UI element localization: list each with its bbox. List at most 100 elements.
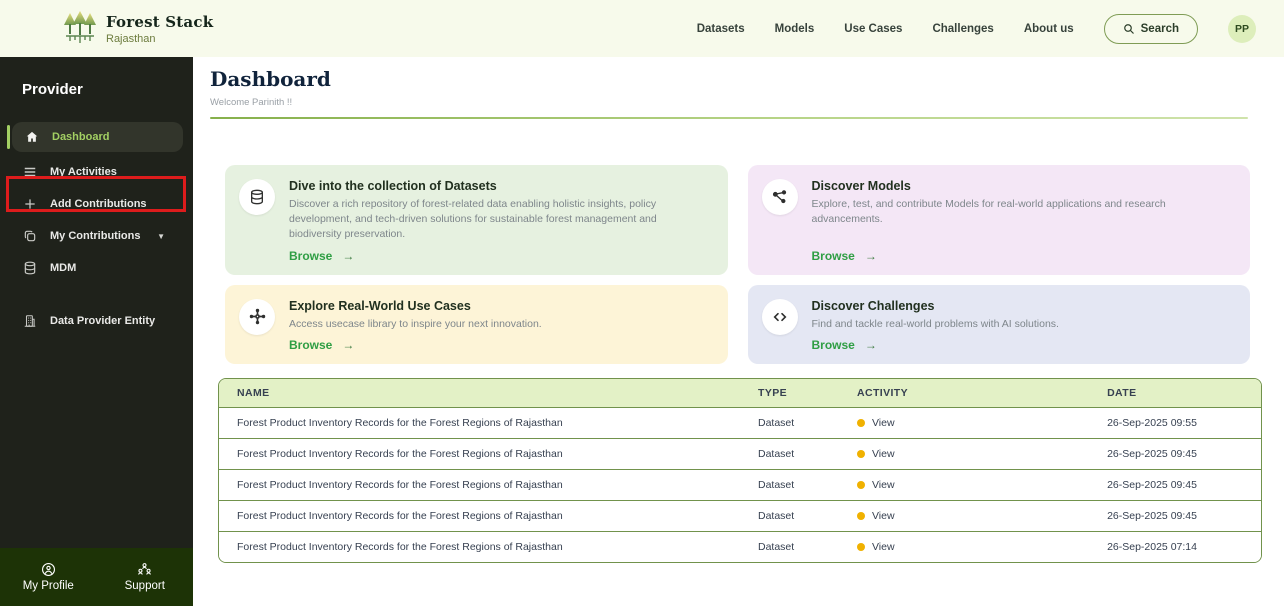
activity-table: NAME TYPE ACTIVITY DATE Forest Product I… bbox=[218, 378, 1262, 563]
activity-label: View bbox=[872, 479, 895, 491]
cell-type: Dataset bbox=[740, 438, 839, 469]
nav-datasets[interactable]: Datasets bbox=[697, 23, 745, 35]
cell-date: 26-Sep-2025 09:45 bbox=[1089, 469, 1261, 500]
divider bbox=[210, 117, 1248, 119]
sidebar-item-my-activities[interactable]: My Activities bbox=[0, 156, 193, 188]
database-icon bbox=[22, 261, 37, 276]
cell-type: Dataset bbox=[740, 500, 839, 531]
nav-models[interactable]: Models bbox=[775, 23, 815, 35]
activity-status: View bbox=[857, 448, 1071, 460]
browse-datasets-link[interactable]: Browse → bbox=[289, 249, 710, 263]
card-models: Discover Models Explore, test, and contr… bbox=[748, 165, 1251, 275]
building-icon bbox=[22, 314, 37, 329]
card-use-cases: Explore Real-World Use Cases Access usec… bbox=[225, 285, 728, 364]
sidebar-item-dashboard[interactable]: Dashboard bbox=[12, 122, 183, 152]
cell-type: Dataset bbox=[740, 407, 839, 438]
arrow-right-icon: → bbox=[865, 249, 877, 263]
cell-name: Forest Product Inventory Records for the… bbox=[219, 407, 740, 438]
search-icon bbox=[1123, 23, 1135, 35]
card-description: Discover a rich repository of forest-rel… bbox=[289, 197, 710, 243]
profile-icon bbox=[41, 562, 56, 577]
status-dot-icon bbox=[857, 419, 865, 427]
activity-status: View bbox=[857, 510, 1071, 522]
activity-status: View bbox=[857, 479, 1071, 491]
sidebar-item-label: Data Provider Entity bbox=[50, 315, 155, 327]
brand-logo[interactable]: Forest Stack Rajasthan bbox=[62, 9, 213, 49]
page: Forest Stack Rajasthan Datasets Models U… bbox=[0, 0, 1284, 606]
card-title: Discover Models bbox=[812, 179, 1233, 193]
nav-challenges[interactable]: Challenges bbox=[932, 23, 993, 35]
cell-name: Forest Product Inventory Records for the… bbox=[219, 500, 740, 531]
brand-title: Forest Stack bbox=[106, 13, 213, 31]
card-description: Find and tackle real-world problems with… bbox=[812, 317, 1233, 332]
cell-type: Dataset bbox=[740, 531, 839, 562]
nav-about-us[interactable]: About us bbox=[1024, 23, 1074, 35]
page-title: Dashboard bbox=[210, 67, 1248, 91]
cell-name: Forest Product Inventory Records for the… bbox=[219, 469, 740, 500]
browse-challenges-link[interactable]: Browse → bbox=[812, 338, 1233, 352]
copy-icon bbox=[22, 229, 37, 244]
browse-models-link[interactable]: Browse → bbox=[812, 249, 1233, 263]
sidebar: Provider Dashboard My Activities bbox=[0, 57, 193, 606]
sidebar-title: Provider bbox=[0, 57, 193, 122]
chevron-down-icon: ▼ bbox=[157, 232, 165, 241]
network-icon bbox=[762, 179, 798, 215]
plus-icon bbox=[22, 197, 37, 212]
column-header-type: TYPE bbox=[740, 379, 839, 408]
status-dot-icon bbox=[857, 543, 865, 551]
sidebar-footer: My Profile Support bbox=[0, 548, 193, 606]
my-profile-button[interactable]: My Profile bbox=[0, 562, 97, 592]
cell-date: 26-Sep-2025 09:45 bbox=[1089, 500, 1261, 531]
my-profile-label: My Profile bbox=[23, 580, 74, 592]
table-row[interactable]: Forest Product Inventory Records for the… bbox=[219, 407, 1261, 438]
column-header-date: DATE bbox=[1089, 379, 1261, 408]
support-label: Support bbox=[125, 580, 165, 592]
table-row[interactable]: Forest Product Inventory Records for the… bbox=[219, 469, 1261, 500]
sidebar-item-my-contributions[interactable]: My Contributions ▼ bbox=[0, 220, 193, 252]
code-icon bbox=[762, 299, 798, 335]
table-row[interactable]: Forest Product Inventory Records for the… bbox=[219, 531, 1261, 562]
sidebar-item-data-provider-entity[interactable]: Data Provider Entity bbox=[0, 305, 193, 337]
sidebar-item-add-contributions[interactable]: Add Contributions bbox=[0, 188, 193, 220]
sidebar-item-label: My Contributions bbox=[50, 230, 140, 242]
list-icon bbox=[22, 165, 37, 180]
cards-grid: Dive into the collection of Datasets Dis… bbox=[225, 165, 1250, 364]
avatar[interactable]: PP bbox=[1228, 15, 1256, 43]
welcome-text: Welcome Parinith !! bbox=[210, 97, 1248, 108]
card-title: Dive into the collection of Datasets bbox=[289, 179, 710, 193]
arrow-right-icon: → bbox=[342, 338, 354, 352]
search-button[interactable]: Search bbox=[1104, 14, 1198, 44]
top-nav: Datasets Models Use Cases Challenges Abo… bbox=[697, 14, 1256, 44]
browse-label: Browse bbox=[812, 338, 855, 352]
browse-use-cases-link[interactable]: Browse → bbox=[289, 338, 710, 352]
status-dot-icon bbox=[857, 512, 865, 520]
sidebar-item-label: Dashboard bbox=[52, 131, 109, 143]
table-row[interactable]: Forest Product Inventory Records for the… bbox=[219, 438, 1261, 469]
activity-label: View bbox=[872, 448, 895, 460]
brand-subtitle: Rajasthan bbox=[106, 33, 213, 45]
table-row[interactable]: Forest Product Inventory Records for the… bbox=[219, 500, 1261, 531]
table-header-row: NAME TYPE ACTIVITY DATE bbox=[219, 379, 1261, 408]
support-button[interactable]: Support bbox=[97, 562, 194, 592]
move-icon bbox=[239, 299, 275, 335]
activity-label: View bbox=[872, 510, 895, 522]
browse-label: Browse bbox=[812, 249, 855, 263]
search-button-label: Search bbox=[1141, 23, 1179, 35]
activity-status: View bbox=[857, 417, 1071, 429]
status-dot-icon bbox=[857, 450, 865, 458]
sidebar-item-mdm[interactable]: MDM bbox=[0, 252, 193, 284]
cell-name: Forest Product Inventory Records for the… bbox=[219, 531, 740, 562]
sidebar-item-label: Add Contributions bbox=[50, 198, 147, 210]
home-icon bbox=[24, 130, 39, 145]
column-header-activity: ACTIVITY bbox=[839, 379, 1089, 408]
card-title: Discover Challenges bbox=[812, 299, 1233, 313]
nav-use-cases[interactable]: Use Cases bbox=[844, 23, 902, 35]
card-title: Explore Real-World Use Cases bbox=[289, 299, 710, 313]
sidebar-item-label: MDM bbox=[50, 262, 76, 274]
main-content: Dashboard Welcome Parinith !! Dive into … bbox=[193, 57, 1284, 606]
card-description: Explore, test, and contribute Models for… bbox=[812, 197, 1233, 227]
cell-date: 26-Sep-2025 07:14 bbox=[1089, 531, 1261, 562]
cell-name: Forest Product Inventory Records for the… bbox=[219, 438, 740, 469]
support-icon bbox=[137, 562, 152, 577]
browse-label: Browse bbox=[289, 338, 332, 352]
